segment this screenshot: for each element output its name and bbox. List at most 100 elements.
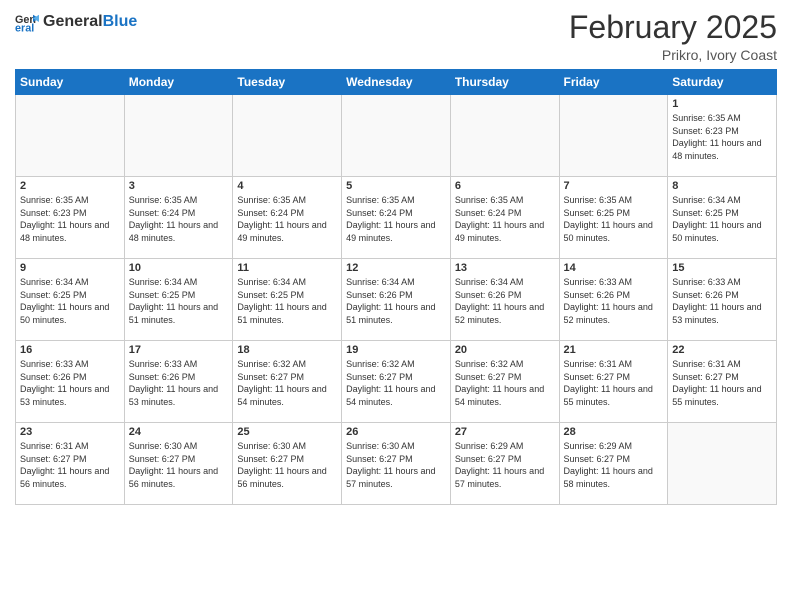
day-info-4: Sunrise: 6:35 AM Sunset: 6:24 PM Dayligh… — [237, 194, 337, 244]
cell-1-2: 4 Sunrise: 6:35 AM Sunset: 6:24 PM Daylig… — [233, 177, 342, 259]
cell-1-5: 7Sunrise: 6:35 AM Sunset: 6:25 PM Daylig… — [559, 177, 668, 259]
day-info-16: Sunrise: 6:33 AM Sunset: 6:26 PM Dayligh… — [20, 358, 120, 408]
header: Gen eral GeneralBlue February 2025 Prikr… — [15, 10, 777, 63]
day-info-13: Sunrise: 6:34 AM Sunset: 6:26 PM Dayligh… — [455, 276, 555, 326]
page: Gen eral GeneralBlue February 2025 Prikr… — [0, 0, 792, 612]
cell-2-1: 10Sunrise: 6:34 AM Sunset: 6:25 PM Dayli… — [124, 259, 233, 341]
day-num-14: 14 — [564, 262, 664, 274]
day-info-23: Sunrise: 6:31 AM Sunset: 6:27 PM Dayligh… — [20, 440, 120, 490]
day-num-9: 9 — [20, 262, 120, 274]
cell-2-2: 11Sunrise: 6:34 AM Sunset: 6:25 PM Dayli… — [233, 259, 342, 341]
week-row-4: 23 Sunrise: 6:31 AM Sunset: 6:27 PM Dayli… — [16, 423, 777, 505]
cell-4-4: 27 Sunrise: 6:29 AM Sunset: 6:27 PM Dayli… — [450, 423, 559, 505]
day-num-23: 23 — [20, 426, 120, 438]
cell-2-5: 14 Sunrise: 6:33 AM Sunset: 6:26 PM Dayli… — [559, 259, 668, 341]
cell-2-0: 9 Sunrise: 6:34 AM Sunset: 6:25 PM Daylig… — [16, 259, 125, 341]
day-num-6: 6 — [455, 180, 555, 192]
cell-4-0: 23 Sunrise: 6:31 AM Sunset: 6:27 PM Dayli… — [16, 423, 125, 505]
header-saturday: Saturday — [668, 70, 777, 95]
cell-4-6 — [668, 423, 777, 505]
day-info-8: Sunrise: 6:34 AM Sunset: 6:25 PM Dayligh… — [672, 194, 772, 244]
day-num-27: 27 — [455, 426, 555, 438]
cell-0-4 — [450, 95, 559, 177]
day-info-9: Sunrise: 6:34 AM Sunset: 6:25 PM Dayligh… — [20, 276, 120, 326]
day-num-2: 2 — [20, 180, 120, 192]
day-num-15: 15 — [672, 262, 772, 274]
day-num-18: 18 — [237, 344, 337, 356]
cell-3-1: 17 Sunrise: 6:33 AM Sunset: 6:26 PM Dayli… — [124, 341, 233, 423]
cell-2-3: 12 Sunrise: 6:34 AM Sunset: 6:26 PM Dayli… — [342, 259, 451, 341]
day-info-25: Sunrise: 6:30 AM Sunset: 6:27 PM Dayligh… — [237, 440, 337, 490]
day-num-25: 25 — [237, 426, 337, 438]
day-num-13: 13 — [455, 262, 555, 274]
cell-0-2 — [233, 95, 342, 177]
cell-3-5: 21 Sunrise: 6:31 AM Sunset: 6:27 PM Dayli… — [559, 341, 668, 423]
week-row-2: 9 Sunrise: 6:34 AM Sunset: 6:25 PM Daylig… — [16, 259, 777, 341]
day-num-5: 5 — [346, 180, 446, 192]
cell-3-6: 22 Sunrise: 6:31 AM Sunset: 6:27 PM Dayli… — [668, 341, 777, 423]
day-info-24: Sunrise: 6:30 AM Sunset: 6:27 PM Dayligh… — [129, 440, 229, 490]
cell-4-5: 28 Sunrise: 6:29 AM Sunset: 6:27 PM Dayli… — [559, 423, 668, 505]
header-wednesday: Wednesday — [342, 70, 451, 95]
day-num-28: 28 — [564, 426, 664, 438]
logo-blue: Blue — [103, 13, 138, 30]
cell-0-5 — [559, 95, 668, 177]
cell-0-1 — [124, 95, 233, 177]
cell-1-4: 6 Sunrise: 6:35 AM Sunset: 6:24 PM Daylig… — [450, 177, 559, 259]
location-title: Prikro, Ivory Coast — [569, 47, 777, 63]
day-info-22: Sunrise: 6:31 AM Sunset: 6:27 PM Dayligh… — [672, 358, 772, 408]
day-info-19: Sunrise: 6:32 AM Sunset: 6:27 PM Dayligh… — [346, 358, 446, 408]
logo-general: General — [43, 13, 103, 30]
cell-0-3 — [342, 95, 451, 177]
logo: Gen eral GeneralBlue — [15, 10, 137, 34]
day-num-26: 26 — [346, 426, 446, 438]
day-info-20: Sunrise: 6:32 AM Sunset: 6:27 PM Dayligh… — [455, 358, 555, 408]
logo-icon: Gen eral — [15, 10, 39, 34]
day-num-8: 8 — [672, 180, 772, 192]
cell-1-3: 5 Sunrise: 6:35 AM Sunset: 6:24 PM Daylig… — [342, 177, 451, 259]
day-info-21: Sunrise: 6:31 AM Sunset: 6:27 PM Dayligh… — [564, 358, 664, 408]
cell-2-4: 13 Sunrise: 6:34 AM Sunset: 6:26 PM Dayli… — [450, 259, 559, 341]
cell-1-6: 8 Sunrise: 6:34 AM Sunset: 6:25 PM Daylig… — [668, 177, 777, 259]
cell-3-4: 20 Sunrise: 6:32 AM Sunset: 6:27 PM Dayli… — [450, 341, 559, 423]
logo-text: GeneralBlue — [43, 14, 137, 30]
day-num-1: 1 — [672, 98, 772, 110]
day-num-21: 21 — [564, 344, 664, 356]
day-num-20: 20 — [455, 344, 555, 356]
header-monday: Monday — [124, 70, 233, 95]
day-num-10: 10 — [129, 262, 229, 274]
cell-3-0: 16 Sunrise: 6:33 AM Sunset: 6:26 PM Dayli… — [16, 341, 125, 423]
cell-4-2: 25 Sunrise: 6:30 AM Sunset: 6:27 PM Dayli… — [233, 423, 342, 505]
day-num-3: 3 — [129, 180, 229, 192]
day-info-28: Sunrise: 6:29 AM Sunset: 6:27 PM Dayligh… — [564, 440, 664, 490]
day-num-17: 17 — [129, 344, 229, 356]
weekday-header-row: Sunday Monday Tuesday Wednesday Thursday… — [16, 70, 777, 95]
cell-3-2: 18 Sunrise: 6:32 AM Sunset: 6:27 PM Dayli… — [233, 341, 342, 423]
month-title: February 2025 — [569, 10, 777, 45]
day-num-4: 4 — [237, 180, 337, 192]
day-num-19: 19 — [346, 344, 446, 356]
day-info-14: Sunrise: 6:33 AM Sunset: 6:26 PM Dayligh… — [564, 276, 664, 326]
day-info-15: Sunrise: 6:33 AM Sunset: 6:26 PM Dayligh… — [672, 276, 772, 326]
svg-text:eral: eral — [15, 23, 34, 34]
day-num-16: 16 — [20, 344, 120, 356]
calendar: Sunday Monday Tuesday Wednesday Thursday… — [15, 69, 777, 505]
day-info-27: Sunrise: 6:29 AM Sunset: 6:27 PM Dayligh… — [455, 440, 555, 490]
header-friday: Friday — [559, 70, 668, 95]
week-row-0: 1Sunrise: 6:35 AM Sunset: 6:23 PM Daylig… — [16, 95, 777, 177]
day-num-22: 22 — [672, 344, 772, 356]
day-info-2: Sunrise: 6:35 AM Sunset: 6:23 PM Dayligh… — [20, 194, 120, 244]
day-info-17: Sunrise: 6:33 AM Sunset: 6:26 PM Dayligh… — [129, 358, 229, 408]
week-row-1: 2 Sunrise: 6:35 AM Sunset: 6:23 PM Daylig… — [16, 177, 777, 259]
day-info-5: Sunrise: 6:35 AM Sunset: 6:24 PM Dayligh… — [346, 194, 446, 244]
header-tuesday: Tuesday — [233, 70, 342, 95]
day-info-12: Sunrise: 6:34 AM Sunset: 6:26 PM Dayligh… — [346, 276, 446, 326]
day-num-24: 24 — [129, 426, 229, 438]
day-info-18: Sunrise: 6:32 AM Sunset: 6:27 PM Dayligh… — [237, 358, 337, 408]
day-num-12: 12 — [346, 262, 446, 274]
cell-3-3: 19 Sunrise: 6:32 AM Sunset: 6:27 PM Dayli… — [342, 341, 451, 423]
cell-0-0 — [16, 95, 125, 177]
cell-4-1: 24 Sunrise: 6:30 AM Sunset: 6:27 PM Dayli… — [124, 423, 233, 505]
day-info-6: Sunrise: 6:35 AM Sunset: 6:24 PM Dayligh… — [455, 194, 555, 244]
day-num-7: 7 — [564, 180, 664, 192]
